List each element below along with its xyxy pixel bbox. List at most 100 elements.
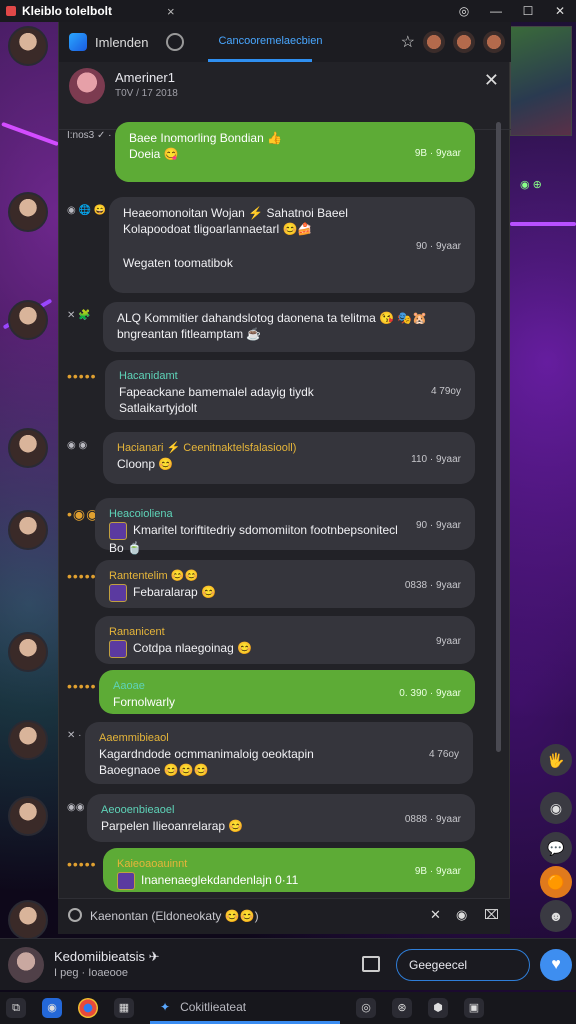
- close-chat-icon[interactable]: ✕: [484, 70, 499, 91]
- avatar[interactable]: [483, 31, 505, 53]
- message-bubble[interactable]: Heacoioliena Kmaritel toriftitedriy sdomo…: [95, 498, 475, 555]
- message-time: 110 · 9yaar: [411, 454, 461, 465]
- message-bubble[interactable]: Hacianari ⚡ Ceenitnaktelsfalasiooll) Cloo…: [103, 432, 475, 484]
- message-text: Wegaten toomatibok: [123, 256, 233, 270]
- message-row: •◉◉ Heacoioliena Kmaritel toriftitedriy sd…: [59, 498, 499, 555]
- message-bubble[interactable]: Baee Inomorling Bondian 👍 Doeia 😋 9B · 9ya…: [115, 122, 475, 182]
- message-time: 90 · 9yaar: [415, 241, 461, 252]
- message-bubble[interactable]: Aaemmibieaol Kagardndode ocmmanimaloig oe…: [85, 722, 473, 784]
- heart-icon[interactable]: ♥: [540, 949, 572, 981]
- tab-home-label: Imlenden: [95, 34, 149, 50]
- status-circle-icon[interactable]: [166, 33, 185, 51]
- message-row: ◉ 🌐 😄 Heaeomonoitan Wojan ⚡ Sahatnoi Baee…: [59, 197, 499, 293]
- message-text: Inanenaeglekdandenlajn 0·11: [141, 873, 299, 888]
- minimize-button[interactable]: —: [480, 4, 512, 18]
- chat-window: Imlenden Cancooremelaecbien ☆ Ameriner1 …: [58, 22, 511, 934]
- avatar[interactable]: [8, 720, 48, 760]
- smile-icon[interactable]: ☻: [540, 900, 572, 932]
- contact-avatar[interactable]: [69, 68, 105, 104]
- message-text: ALQ Kommitier dahandslotog daonena ta te…: [117, 311, 428, 325]
- taskbar-app-icon[interactable]: ◉: [42, 998, 62, 1018]
- message-bubble[interactable]: ALQ Kommitier dahandslotog daonena ta te…: [103, 302, 475, 352]
- taskbar: ⧉ ◉ ▦ ✦ Cokitlieateat ◎ ⊛ ⬢ ▣: [0, 992, 576, 1024]
- contact-name: Ameriner1: [115, 70, 175, 85]
- message-bubble[interactable]: Heaeomonoitan Wojan ⚡ Sahatnoi Baeel Kola…: [109, 197, 475, 293]
- star-icon[interactable]: ☆: [401, 32, 415, 52]
- message-row: ••••• Kaieoaoauinnt Inanenaeglekdandenlajn…: [59, 848, 499, 892]
- close-button[interactable]: ✕: [544, 4, 576, 18]
- message-time: 0. 390 · 9yaar: [399, 688, 461, 699]
- message-composer: Kaenontan (Eldoneokaty 😊😊) ✕ ◉ ⌧: [58, 898, 510, 934]
- avatar[interactable]: [8, 632, 48, 672]
- tab-active-conversation[interactable]: Cancooremelaecbien: [208, 22, 322, 62]
- neon-stripe: [510, 222, 576, 226]
- avatar[interactable]: [8, 796, 48, 836]
- taskbar-active-app[interactable]: ✦ Cokitlieateat: [150, 992, 340, 1024]
- window-controls: ◎ — ☐ ✕: [448, 0, 576, 22]
- maximize-button[interactable]: ☐: [512, 4, 544, 18]
- taskbar-app-icon[interactable]: ⧉: [6, 998, 26, 1018]
- message-time: 0888 · 9yaar: [404, 814, 461, 825]
- message-input[interactable]: Kaenontan (Eldoneokaty 😊😊): [90, 909, 259, 923]
- chat-icon[interactable]: 💬: [540, 832, 572, 864]
- browser-icon[interactable]: [78, 998, 98, 1018]
- message-text: Baee Inomorling Bondian 👍: [129, 131, 283, 145]
- message-bubble[interactable]: Aaoae Fornolwarly 0. 390 · 9yaar: [99, 670, 475, 714]
- avatar[interactable]: [8, 26, 48, 66]
- message-bubble[interactable]: Rananicent Cotdpa nlaegoinag 😊 9yaar: [95, 616, 475, 664]
- avatar[interactable]: [423, 31, 445, 53]
- record-icon[interactable]: ◉: [540, 792, 572, 824]
- taskbar-app-icon[interactable]: ◎: [356, 998, 376, 1018]
- message-bubble[interactable]: Rantentelim 😊😊 Febaralarap 😊 0838 · 9yaar: [95, 560, 475, 608]
- avatar[interactable]: [8, 300, 48, 340]
- user-name: Kedomiibieatsis ✈: [54, 949, 160, 964]
- avatar[interactable]: [8, 900, 48, 940]
- message-meta: •••••: [67, 856, 97, 872]
- message-time: 9yaar: [435, 636, 461, 647]
- window-title: Kleiblo tolelbolt: [22, 4, 112, 18]
- alert-icon[interactable]: 🟠: [540, 866, 572, 898]
- taskbar-active-label: Cokitlieateat: [180, 999, 247, 1014]
- message-bubble[interactable]: Kaieoaoauinnt Inanenaeglekdandenlajn 0·11…: [103, 848, 475, 892]
- message-meta: •••••: [67, 568, 97, 584]
- taskbar-app-icon[interactable]: ▦: [114, 998, 134, 1018]
- record-icon[interactable]: ◎: [448, 4, 480, 18]
- taskbar-app-icon[interactable]: ⊛: [392, 998, 412, 1018]
- message-row: ◉ ◉ Hacianari ⚡ Ceenitnaktelsfalasiooll) C…: [59, 432, 499, 484]
- message-text: Parpelen Ilieoanrelarap 😊: [101, 819, 244, 833]
- close-tab-icon[interactable]: ×: [167, 4, 175, 19]
- message-meta: ◉◉: [67, 802, 85, 813]
- message-time: 4 79oy: [430, 386, 461, 397]
- chat-topnav: Imlenden Cancooremelaecbien ☆: [59, 22, 511, 62]
- status-button[interactable]: Geegeecel: [396, 949, 530, 981]
- avatar[interactable]: [8, 510, 48, 550]
- tab-home[interactable]: Imlenden: [59, 22, 158, 62]
- taskbar-app-icon[interactable]: ▣: [464, 998, 484, 1018]
- message-row: ✕ · Aaemmibieaol Kagardndode ocmmanimaloig…: [59, 722, 499, 784]
- user-status: I peg · Ioaeooe: [54, 967, 129, 979]
- user-bar: Kedomiibieatsis ✈ I peg · Ioaeooe Geegee…: [0, 938, 576, 990]
- contact-subtitle: T0V / 17 2018: [115, 88, 178, 99]
- nav-right-group: ☆: [401, 31, 505, 53]
- message-time: 0838 · 9yaar: [404, 580, 461, 591]
- clip-icon[interactable]: ◉: [456, 907, 467, 923]
- window-titlebar: Kleiblo tolelbolt × ◎ — ☐ ✕: [0, 0, 576, 22]
- game-preview-thumbnail[interactable]: [510, 26, 572, 136]
- avatar[interactable]: [453, 31, 475, 53]
- message-sender: Hacianari ⚡ Ceenitnaktelsfalasiooll): [117, 442, 297, 454]
- message-sender: Hacanidamt: [119, 370, 178, 382]
- message-time: 4 76oy: [428, 749, 459, 760]
- attach-icon[interactable]: ⌧: [484, 907, 499, 923]
- app-logo-icon: [69, 33, 87, 51]
- message-meta: ◉ 🌐 😄: [67, 205, 107, 216]
- search-icon[interactable]: [68, 908, 82, 922]
- close-icon[interactable]: ✕: [430, 907, 441, 923]
- user-avatar[interactable]: [8, 947, 44, 983]
- message-bubble[interactable]: Hacanidamt Fapeackane bamemalel adayig ti…: [105, 360, 475, 420]
- avatar[interactable]: [8, 192, 48, 232]
- message-bubble[interactable]: Aeooenbieaoel Parpelen Ilieoanrelarap 😊 08…: [87, 794, 475, 842]
- taskbar-app-icon[interactable]: ⬢: [428, 998, 448, 1018]
- edit-icon[interactable]: [362, 956, 380, 972]
- hand-icon[interactable]: 🖐: [540, 744, 572, 776]
- avatar[interactable]: [8, 428, 48, 468]
